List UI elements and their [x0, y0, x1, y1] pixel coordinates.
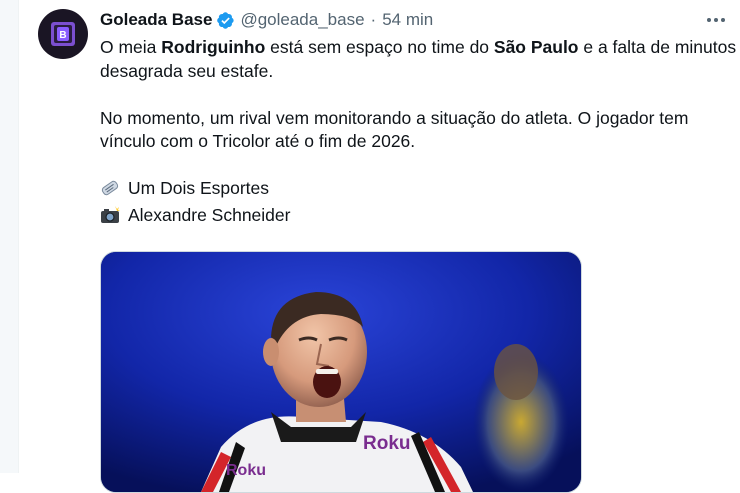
verified-badge-icon	[216, 11, 235, 30]
timestamp[interactable]: 54 min	[382, 10, 433, 30]
newspaper-emoji-icon	[100, 179, 120, 204]
tweet-media-photo[interactable]: Roku Roku	[100, 251, 582, 493]
shirt-sponsor-text: Roku	[226, 462, 266, 479]
camera-flash-emoji-icon	[100, 205, 120, 231]
bold-club-name: São Paulo	[493, 37, 579, 57]
display-name[interactable]: Goleada Base	[100, 10, 212, 30]
bold-player-name: Rodriguinho	[161, 37, 266, 57]
source-credit: Um Dois Esportes	[128, 178, 270, 198]
text-segment: está sem espaço no time do	[265, 37, 494, 57]
text-segment: O meia	[100, 37, 162, 57]
tweet-paragraph-1: O meia Rodriguinho está sem espaço no ti…	[100, 36, 740, 83]
photo-credit-line: Alexandre Schneider	[100, 204, 740, 231]
svg-text:B: B	[59, 30, 66, 41]
handle[interactable]: @goleada_base	[240, 10, 364, 30]
tweet-text: O meia Rodriguinho está sem espaço no ti…	[100, 36, 740, 230]
tweet[interactable]: B Goleada Base @goleada_base · 54 min O …	[18, 0, 740, 493]
photo-credit: Alexandre Schneider	[128, 204, 291, 225]
separator-dot: ·	[370, 10, 377, 29]
shirt-sponsor-text: Roku	[363, 433, 411, 454]
goleada-logo-icon: B	[51, 22, 75, 46]
source-line: Um Dois Esportes	[100, 177, 740, 204]
avatar[interactable]: B	[38, 9, 88, 59]
more-options-icon[interactable]	[704, 10, 728, 30]
tweet-paragraph-2: No momento, um rival vem monitorando a s…	[100, 107, 689, 152]
left-rail	[0, 0, 19, 473]
player-celebration-image: Roku Roku	[101, 252, 581, 492]
tweet-header: Goleada Base @goleada_base · 54 min	[100, 8, 730, 32]
